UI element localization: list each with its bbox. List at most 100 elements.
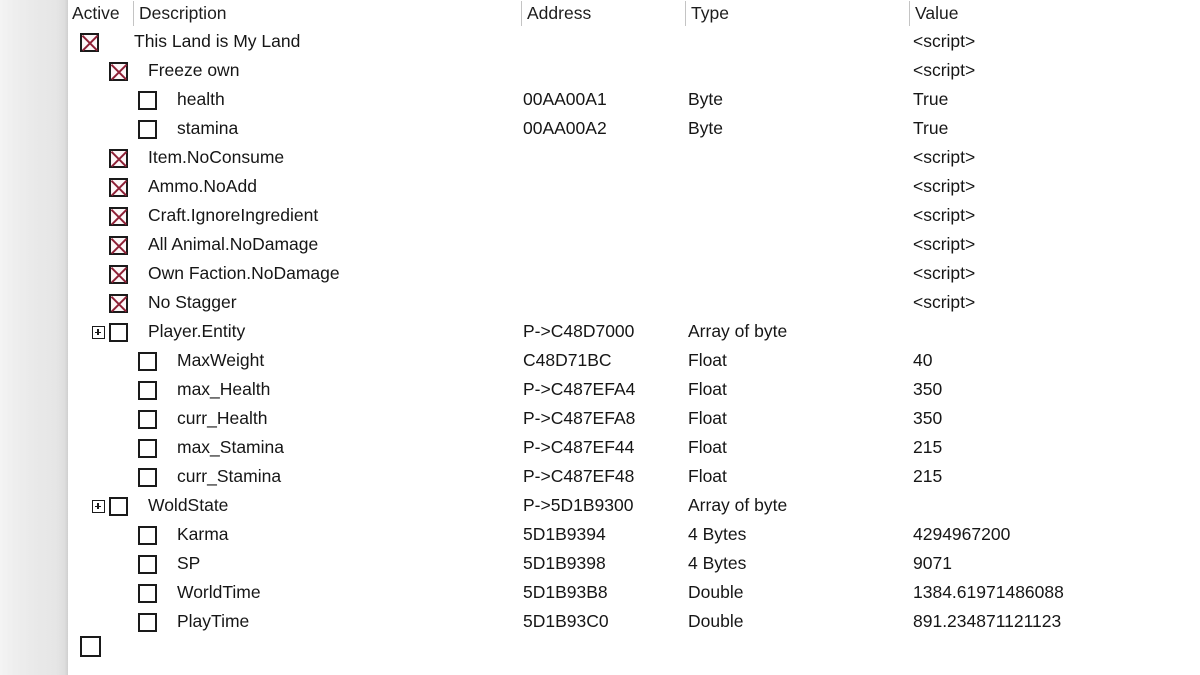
row-value: 4294967200 (913, 524, 1011, 544)
row-value: 215 (913, 437, 943, 457)
row-address: P->C487EFA8 (523, 408, 636, 428)
active-checkbox[interactable] (138, 555, 157, 574)
active-checkbox-checked[interactable] (109, 178, 128, 197)
active-checkbox[interactable] (138, 352, 157, 371)
row-address: P->C487EF44 (523, 437, 635, 457)
table-row[interactable]: WorldTime 5D1B93B8 Double 1384.61971486088 (68, 578, 1200, 607)
table-row[interactable]: curr_Health P->C487EFA8 Float 350 (68, 404, 1200, 433)
column-divider-address[interactable] (685, 1, 686, 26)
active-checkbox-checked[interactable] (109, 236, 128, 255)
table-row[interactable]: health 00AA00A1 Byte True (68, 85, 1200, 114)
row-description: WoldState (148, 495, 229, 515)
row-value: 9071 (913, 553, 952, 573)
row-description: curr_Health (177, 408, 268, 428)
table-row[interactable]: Freeze own <script> (68, 56, 1200, 85)
row-type: Float (688, 379, 727, 399)
row-address: 00AA00A2 (523, 118, 607, 138)
row-value: 215 (913, 466, 943, 486)
row-type: Array of byte (688, 495, 788, 515)
column-header-type[interactable]: Type (691, 2, 729, 25)
active-checkbox[interactable] (138, 613, 157, 632)
active-checkbox-checked[interactable] (109, 62, 128, 81)
row-type: 4 Bytes (688, 553, 747, 573)
active-checkbox[interactable] (109, 497, 128, 516)
table-row[interactable]: MaxWeight C48D71BC Float 40 (68, 346, 1200, 375)
table-header: Active Description Address Type Value (68, 0, 1200, 27)
row-description: PlayTime (177, 611, 250, 631)
active-checkbox[interactable] (138, 410, 157, 429)
cheat-table-window: Active Description Address Type Value Th… (0, 0, 1200, 675)
active-checkbox[interactable] (138, 120, 157, 139)
row-address: 5D1B93C0 (523, 611, 609, 631)
row-value: <script> (913, 263, 976, 283)
row-type: Float (688, 466, 727, 486)
row-description: SP (177, 553, 201, 573)
row-description: All Animal.NoDamage (148, 234, 319, 254)
row-address: 5D1B9394 (523, 524, 606, 544)
table-row[interactable]: Item.NoConsume <script> (68, 143, 1200, 172)
row-description: This Land is My Land (134, 31, 301, 51)
active-checkbox-checked[interactable] (109, 149, 128, 168)
row-description: max_Stamina (177, 437, 284, 457)
row-description: WorldTime (177, 582, 261, 602)
table-row[interactable]: max_Stamina P->C487EF44 Float 215 (68, 433, 1200, 462)
table-row[interactable]: This Land is My Land <script> (68, 27, 1200, 56)
new-entry-checkbox[interactable] (80, 636, 101, 657)
table-row[interactable]: Player.Entity P->C48D7000 Array of byte (68, 317, 1200, 346)
column-header-active[interactable]: Active (72, 2, 120, 25)
table-row[interactable]: stamina 00AA00A2 Byte True (68, 114, 1200, 143)
active-checkbox[interactable] (138, 381, 157, 400)
expand-plus-icon[interactable] (92, 326, 105, 339)
row-type: Float (688, 350, 727, 370)
row-description: max_Health (177, 379, 271, 399)
active-checkbox[interactable] (138, 584, 157, 603)
row-description: health (177, 89, 225, 109)
active-checkbox[interactable] (138, 468, 157, 487)
table-row[interactable]: Craft.IgnoreIngredient <script> (68, 201, 1200, 230)
table-row[interactable]: max_Health P->C487EFA4 Float 350 (68, 375, 1200, 404)
row-value: True (913, 118, 949, 138)
row-type: Byte (688, 89, 724, 109)
table-row[interactable]: Karma 5D1B9394 4 Bytes 4294967200 (68, 520, 1200, 549)
table-row[interactable]: SP 5D1B9398 4 Bytes 9071 (68, 549, 1200, 578)
table-row[interactable]: Ammo.NoAdd <script> (68, 172, 1200, 201)
column-header-description[interactable]: Description (139, 2, 227, 25)
active-checkbox-checked[interactable] (109, 265, 128, 284)
column-header-address[interactable]: Address (527, 2, 591, 25)
row-description: Craft.IgnoreIngredient (148, 205, 319, 225)
row-address: 00AA00A1 (523, 89, 607, 109)
table-row[interactable]: WoldState P->5D1B9300 Array of byte (68, 491, 1200, 520)
table-row[interactable]: PlayTime 5D1B93C0 Double 891.234871121123 (68, 607, 1200, 636)
column-divider-type[interactable] (909, 1, 910, 26)
row-type: Float (688, 437, 727, 457)
cheat-table-sheet: Active Description Address Type Value Th… (68, 0, 1200, 675)
active-checkbox-checked[interactable] (80, 33, 99, 52)
active-checkbox[interactable] (138, 526, 157, 545)
active-checkbox-checked[interactable] (109, 207, 128, 226)
column-divider-active[interactable] (133, 1, 134, 26)
row-address: 5D1B93B8 (523, 582, 608, 602)
table-row[interactable]: All Animal.NoDamage <script> (68, 230, 1200, 259)
column-header-value[interactable]: Value (915, 2, 958, 25)
row-value: <script> (913, 176, 976, 196)
row-type: Float (688, 408, 727, 428)
row-address: P->5D1B9300 (523, 495, 634, 515)
active-checkbox[interactable] (109, 323, 128, 342)
active-checkbox[interactable] (138, 91, 157, 110)
row-description: Ammo.NoAdd (148, 176, 257, 196)
expand-plus-icon[interactable] (92, 500, 105, 513)
row-type: 4 Bytes (688, 524, 747, 544)
table-row[interactable]: curr_Stamina P->C487EF48 Float 215 (68, 462, 1200, 491)
active-checkbox-checked[interactable] (109, 294, 128, 313)
table-row[interactable]: Own Faction.NoDamage <script> (68, 259, 1200, 288)
row-value: <script> (913, 292, 976, 312)
row-description: Own Faction.NoDamage (148, 263, 340, 283)
row-type: Double (688, 582, 744, 602)
column-divider-description[interactable] (521, 1, 522, 26)
row-address: P->C48D7000 (523, 321, 635, 341)
row-type: Byte (688, 118, 724, 138)
row-description: MaxWeight (177, 350, 265, 370)
table-row[interactable]: No Stagger <script> (68, 288, 1200, 317)
row-description: stamina (177, 118, 239, 138)
active-checkbox[interactable] (138, 439, 157, 458)
